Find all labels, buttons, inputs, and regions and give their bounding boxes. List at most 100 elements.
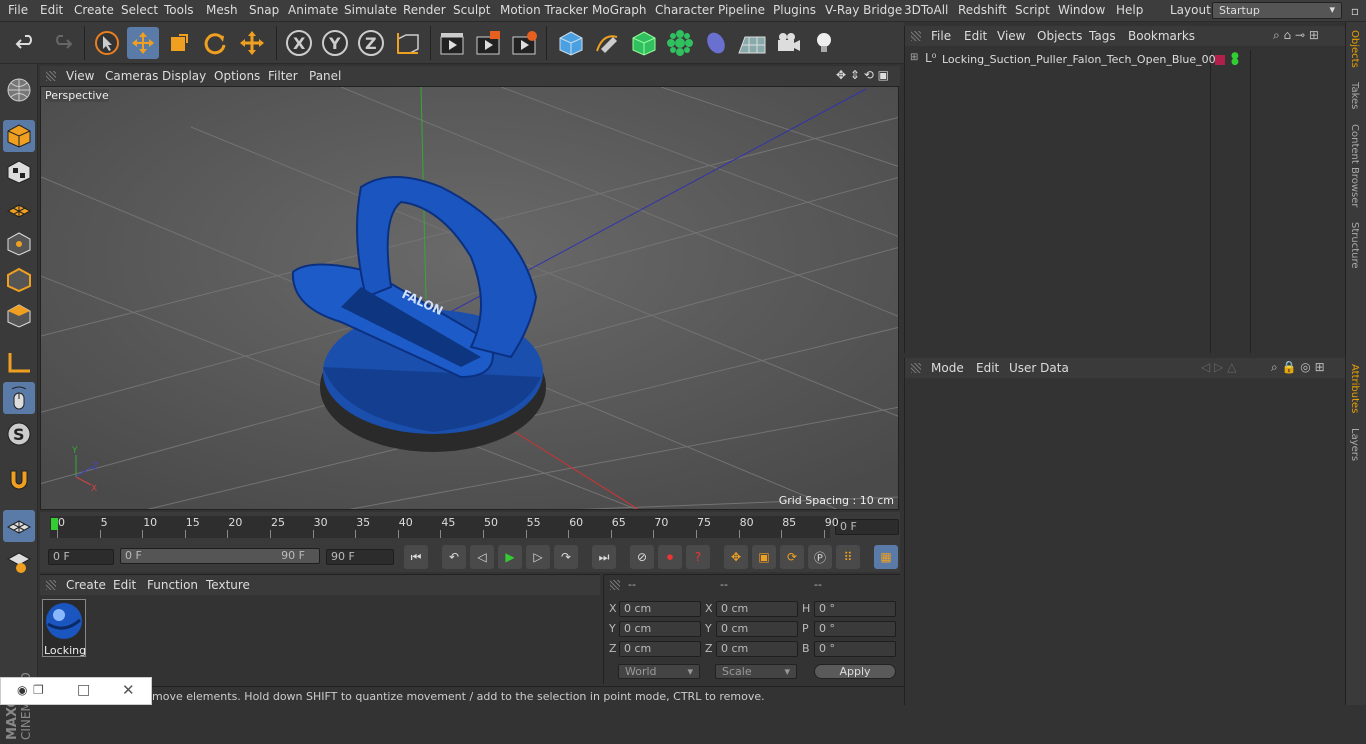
perspective-viewport[interactable]: FALON Y Z X Perspective Grid Spacing : 1…: [40, 86, 899, 510]
key-pla-icon[interactable]: ⠿: [836, 545, 860, 569]
menu-select[interactable]: Select: [121, 3, 158, 17]
vp-menu-view[interactable]: View: [66, 69, 94, 83]
edges-mode-icon[interactable]: [3, 264, 35, 296]
key-position-icon[interactable]: ✥: [724, 545, 748, 569]
menu-simulate[interactable]: Simulate: [344, 3, 397, 17]
render-view-icon[interactable]: [436, 27, 468, 59]
apply-button[interactable]: Apply: [814, 664, 896, 679]
layer-color-tag[interactable]: [1215, 55, 1225, 65]
menu-redshift[interactable]: Redshift: [958, 3, 1007, 17]
menu-plugins[interactable]: Plugins: [773, 3, 816, 17]
end-frame-field[interactable]: 90 F: [326, 549, 394, 565]
texture-mode-icon[interactable]: [3, 156, 35, 188]
coord-rot-b-field[interactable]: 0 °: [814, 641, 896, 657]
go-to-end-icon[interactable]: ⏭: [592, 545, 616, 569]
menu-character[interactable]: Character: [655, 3, 714, 17]
polygons-mode-icon[interactable]: [3, 300, 35, 332]
deformer-icon[interactable]: [700, 27, 732, 59]
vp-menu-filter[interactable]: Filter: [268, 69, 298, 83]
timeline-window-icon[interactable]: ▦: [874, 545, 898, 569]
coord-rot-p-field[interactable]: 0 °: [814, 621, 896, 637]
menu-sculpt[interactable]: Sculpt: [453, 3, 490, 17]
menu-script[interactable]: Script: [1015, 3, 1050, 17]
coord-size-y-field[interactable]: 0 cm: [716, 621, 798, 637]
coord-rot-h-field[interactable]: 0 °: [814, 601, 896, 617]
cube-primitive-icon[interactable]: [555, 27, 587, 59]
visibility-dots-icon[interactable]: ● ●: [1231, 52, 1239, 67]
attr-menu-user-data[interactable]: User Data: [1009, 361, 1069, 375]
mat-menu-create[interactable]: Create: [66, 578, 106, 592]
window-control-icon[interactable]: ▫: [1344, 0, 1366, 22]
menu-edit[interactable]: Edit: [40, 3, 63, 17]
current-frame-field[interactable]: 0 F: [835, 519, 899, 535]
obj-menu-file[interactable]: File: [931, 29, 951, 43]
grid-snap-icon[interactable]: [3, 546, 35, 578]
vp-menu-display[interactable]: Display: [162, 69, 206, 83]
tweak-mode-icon[interactable]: [3, 382, 35, 414]
menu-pipeline[interactable]: Pipeline: [718, 3, 765, 17]
menu-vray-bridge[interactable]: V-Ray Bridge: [825, 3, 902, 17]
menu-render[interactable]: Render: [403, 3, 446, 17]
next-frame-icon[interactable]: ▷: [526, 545, 550, 569]
coord-pos-y-field[interactable]: 0 cm: [619, 621, 701, 637]
axis-mode-icon[interactable]: [3, 346, 35, 378]
redo-icon[interactable]: [46, 27, 78, 59]
key-rotation-icon[interactable]: ⟳: [780, 545, 804, 569]
maximize-icon[interactable]: □: [77, 682, 90, 698]
cloner-icon[interactable]: [664, 27, 696, 59]
y-axis-icon[interactable]: Y: [319, 27, 351, 59]
go-to-start-icon[interactable]: ⏮: [404, 545, 428, 569]
points-mode-icon[interactable]: [3, 228, 35, 260]
expand-icon[interactable]: ⊞: [910, 52, 918, 63]
viewport-nav-icons[interactable]: ✥ ⇕ ⟲ ▣: [836, 68, 889, 82]
x-axis-icon[interactable]: X: [283, 27, 315, 59]
playhead-marker[interactable]: [51, 518, 58, 530]
tab-layers[interactable]: Layers: [1349, 428, 1360, 461]
snap-magnet-icon[interactable]: [3, 464, 35, 496]
close-icon[interactable]: ✕: [122, 681, 135, 699]
camera-icon[interactable]: [772, 27, 804, 59]
keyframe-selection-icon[interactable]: ⊘: [630, 545, 654, 569]
menu-help[interactable]: Help: [1116, 3, 1143, 17]
model-mode-icon[interactable]: [3, 120, 35, 152]
render-settings-icon[interactable]: [508, 27, 540, 59]
prev-key-icon[interactable]: ↶: [442, 545, 466, 569]
coord-pos-x-field[interactable]: 0 cm: [619, 601, 701, 617]
tab-content-browser[interactable]: Content Browser: [1349, 124, 1360, 207]
attr-menu-edit[interactable]: Edit: [976, 361, 999, 375]
coord-space-dropdown[interactable]: World ▾: [618, 664, 700, 679]
record-icon[interactable]: ⏺: [658, 545, 682, 569]
timeline-ruler[interactable]: 0 F 0 5 10 15 20 25 30 35 40 45 50 55 60 65 70 75 80 85 90: [40, 512, 900, 542]
obj-menu-bookmarks[interactable]: Bookmarks: [1128, 29, 1195, 43]
menu-mesh[interactable]: Mesh: [206, 3, 238, 17]
menu-file[interactable]: File: [8, 3, 28, 17]
autokey-icon[interactable]: ?: [686, 545, 710, 569]
tab-objects[interactable]: Objects: [1349, 30, 1360, 68]
attr-menu-mode[interactable]: Mode: [931, 361, 964, 375]
z-axis-icon[interactable]: Z: [355, 27, 387, 59]
menu-create[interactable]: Create: [74, 3, 114, 17]
play-icon[interactable]: ▶: [498, 545, 522, 569]
tab-takes[interactable]: Takes: [1349, 82, 1360, 109]
obj-search-home-icons[interactable]: ⌕ ⌂ ⊸ ⊞: [1273, 28, 1319, 43]
key-scale-icon[interactable]: ▣: [752, 545, 776, 569]
vp-menu-options[interactable]: Options: [214, 69, 260, 83]
start-frame-field[interactable]: 0 F: [48, 549, 114, 565]
menu-snap[interactable]: Snap: [249, 3, 279, 17]
menu-tools[interactable]: Tools: [164, 3, 194, 17]
prev-frame-icon[interactable]: ◁: [470, 545, 494, 569]
coord-size-x-field[interactable]: 0 cm: [716, 601, 798, 617]
obj-menu-tags[interactable]: Tags: [1089, 29, 1116, 43]
layout-dropdown[interactable]: Startup ▾: [1212, 2, 1342, 19]
vp-menu-panel[interactable]: Panel: [309, 69, 341, 83]
undo-icon[interactable]: [10, 27, 42, 59]
mat-menu-function[interactable]: Function: [147, 578, 198, 592]
attr-nav-icons[interactable]: ◁ ▷ △: [1201, 360, 1236, 374]
obj-menu-edit[interactable]: Edit: [964, 29, 987, 43]
restore-icon[interactable]: ❐: [33, 683, 44, 697]
workplane-lock-icon[interactable]: [3, 510, 35, 542]
scale-icon[interactable]: [163, 27, 195, 59]
make-editable-icon[interactable]: [3, 74, 35, 106]
vp-menu-cameras[interactable]: Cameras: [105, 69, 158, 83]
coord-size-z-field[interactable]: 0 cm: [716, 641, 798, 657]
